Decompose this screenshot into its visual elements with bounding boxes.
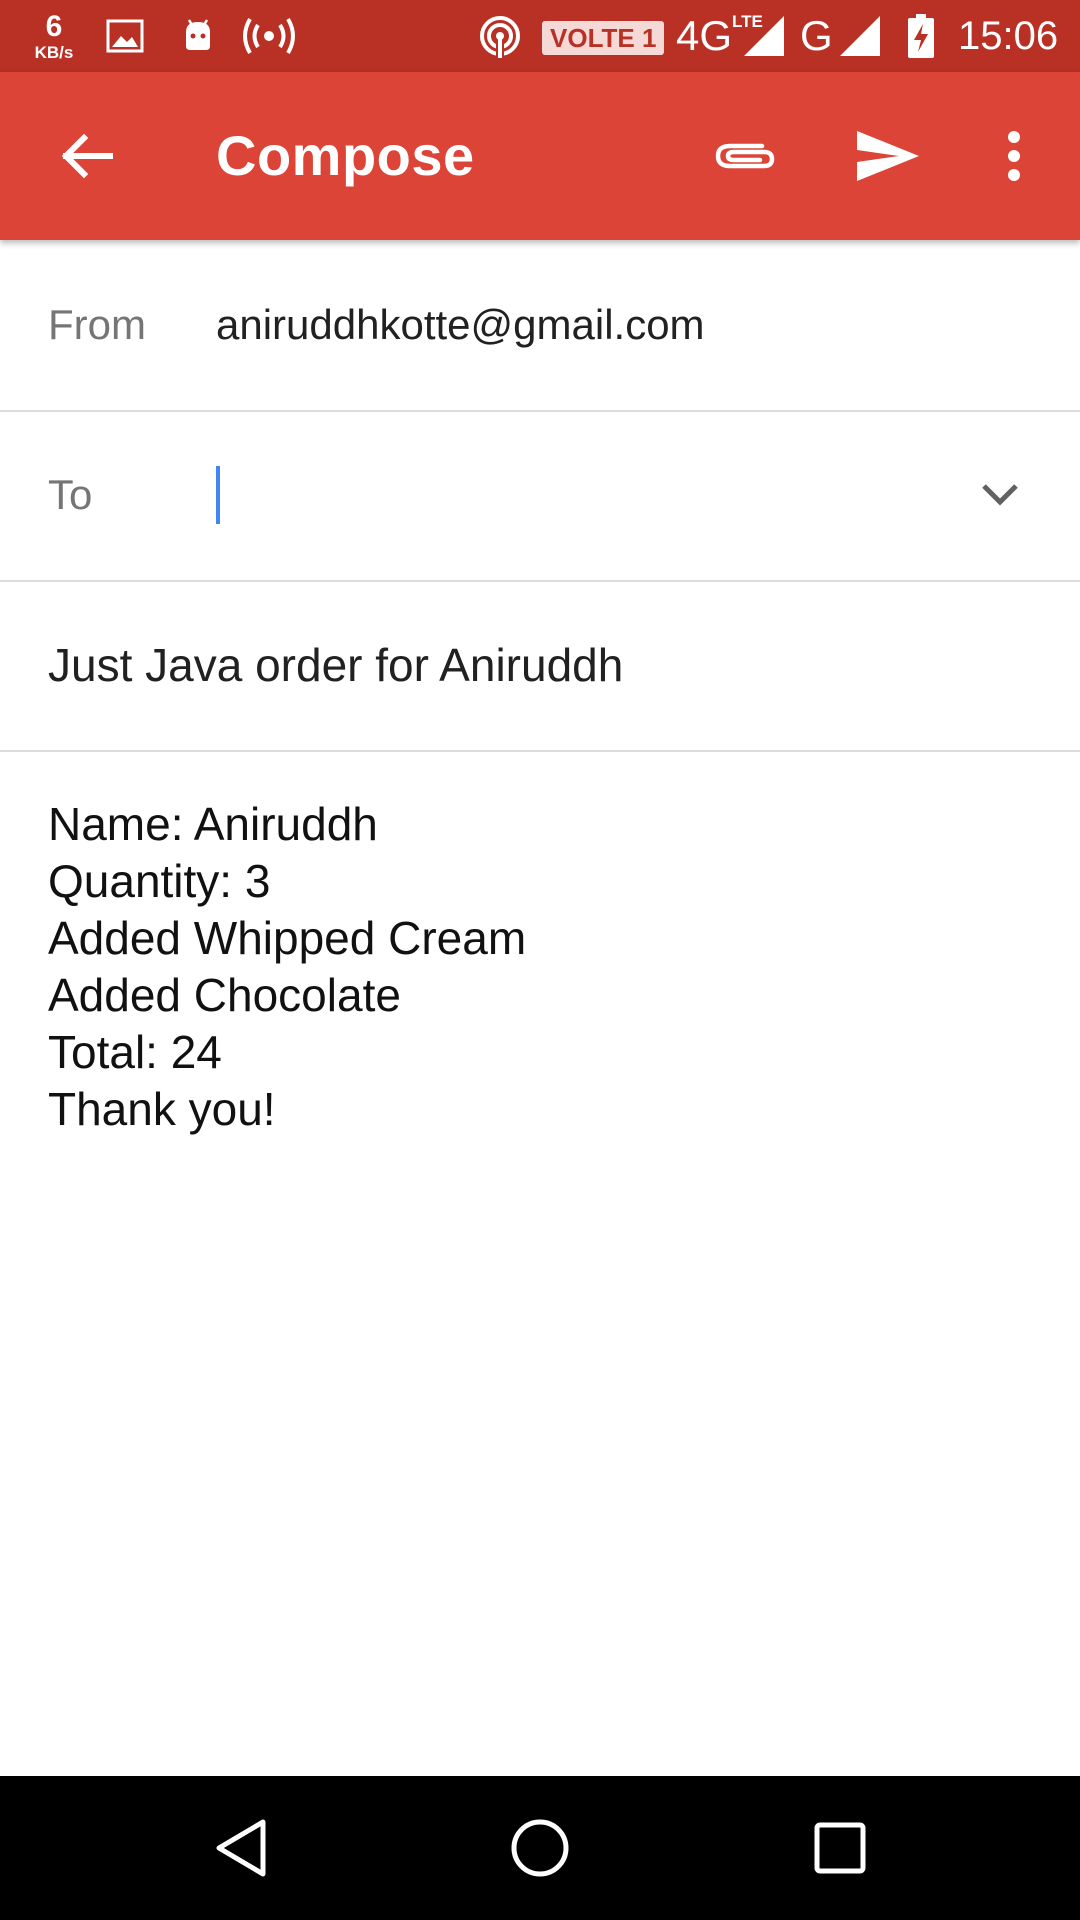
gallery-icon	[106, 0, 144, 72]
to-input[interactable]	[224, 450, 948, 542]
signal-icon-1	[742, 0, 788, 72]
net-speed-value: 6	[45, 9, 63, 43]
body-line: Added Whipped Cream	[48, 912, 527, 964]
network-g-label: G	[800, 12, 833, 59]
send-button[interactable]	[838, 72, 938, 240]
body-line: Total: 24	[48, 1026, 222, 1078]
body-line: Name: Aniruddh	[48, 798, 378, 850]
from-row: From aniruddhkotte@gmail.com	[0, 240, 1080, 412]
hotspot-icon	[478, 0, 522, 72]
chevron-down-icon	[982, 484, 1018, 506]
text-cursor	[216, 466, 220, 524]
app-bar: Compose	[0, 72, 1080, 240]
nav-home-icon	[511, 1819, 569, 1877]
android-icon	[178, 0, 218, 72]
from-value[interactable]: aniruddhkotte@gmail.com	[216, 240, 705, 410]
page-title: Compose	[216, 124, 475, 187]
body-line: Quantity: 3	[48, 855, 271, 907]
subject-field[interactable]: Just Java order for Aniruddh	[48, 580, 623, 750]
body-line: Added Chocolate	[48, 969, 401, 1021]
wifi-hotspot-icon	[242, 0, 296, 72]
back-arrow-icon	[61, 133, 113, 179]
to-label: To	[48, 471, 93, 518]
to-row: To	[0, 410, 1080, 582]
net-speed-unit: KB/s	[34, 42, 74, 62]
more-vert-icon	[1008, 131, 1020, 181]
network-4g-label: 4G	[676, 12, 733, 59]
subject-row[interactable]: Just Java order for Aniruddh	[0, 580, 1080, 752]
nav-home-button[interactable]	[470, 1776, 610, 1920]
status-bar: 6 KB/s VOLTE 1 4G LTE G 15:06	[0, 0, 1080, 72]
from-label: From	[48, 301, 146, 348]
attach-button[interactable]	[696, 72, 796, 240]
nav-recents-icon	[814, 1822, 866, 1874]
nav-back-button[interactable]	[172, 1776, 312, 1920]
navigation-bar	[0, 1776, 1080, 1920]
battery-charging-icon	[906, 0, 936, 72]
attach-icon	[715, 143, 775, 169]
nav-back-icon	[216, 1819, 266, 1877]
net-speed-indicator: 6 KB/s	[24, 0, 84, 72]
clock: 15:06	[958, 13, 1059, 58]
body-line: Thank you!	[48, 1083, 276, 1135]
back-button[interactable]	[36, 72, 136, 240]
nav-recents-button[interactable]	[770, 1776, 910, 1920]
message-body[interactable]: Name: Aniruddh Quantity: 3 Added Whipped…	[48, 796, 1028, 1138]
volte-badge: VOLTE 1	[542, 21, 665, 55]
expand-recipients-button[interactable]	[960, 455, 1040, 535]
send-icon	[857, 131, 919, 181]
more-options-button[interactable]	[982, 72, 1046, 240]
signal-icon-2	[838, 0, 884, 72]
